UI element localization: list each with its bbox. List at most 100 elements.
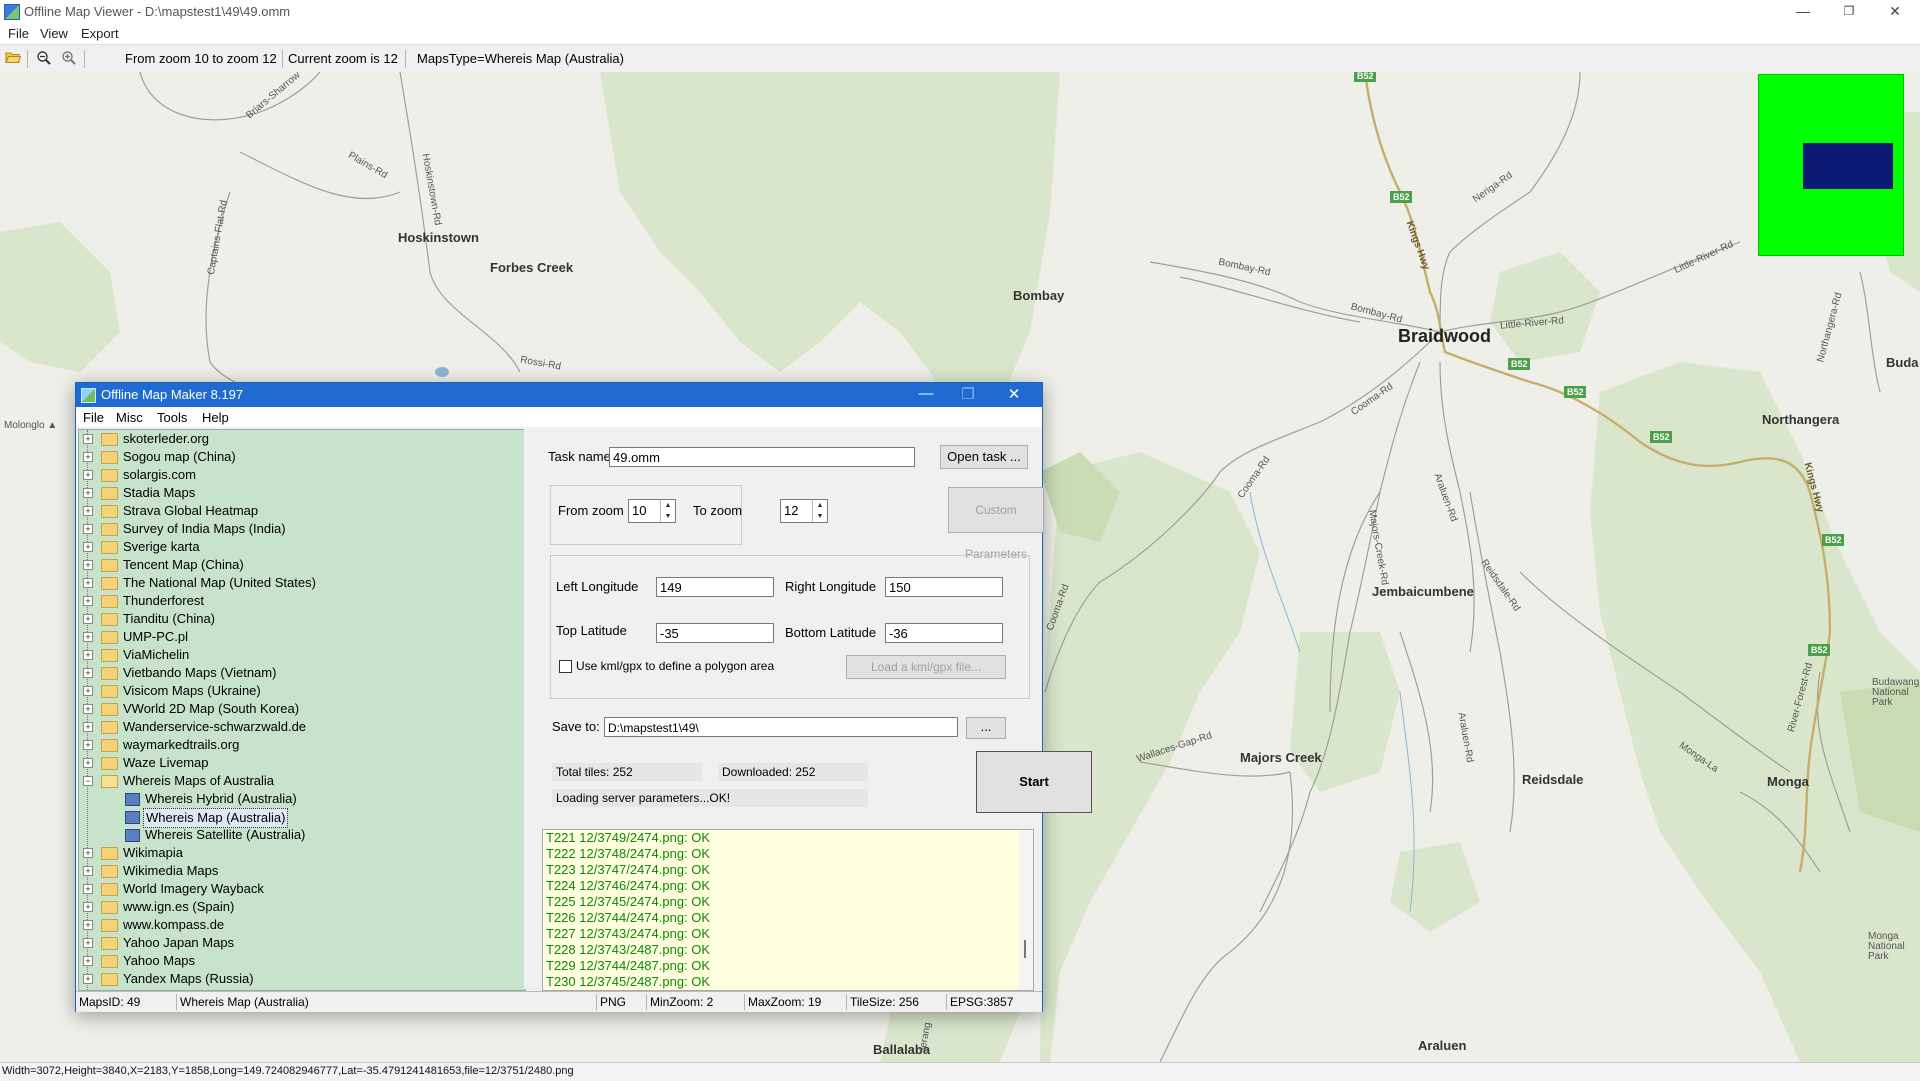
tree-folder-item[interactable]: + Yandex Maps (Russia)	[79, 970, 525, 988]
tree-folder-item[interactable]: − Whereis Maps of Australia	[79, 772, 525, 790]
collapse-icon[interactable]: −	[83, 776, 93, 786]
dialog-menu-tools[interactable]: Tools	[157, 410, 187, 425]
dialog-menu-misc[interactable]: Misc	[116, 410, 143, 425]
spin-up-icon[interactable]: ▲	[665, 502, 672, 509]
tree-folder-item[interactable]: + Tencent Map (China)	[79, 556, 525, 574]
expand-icon[interactable]: +	[83, 956, 93, 966]
expand-icon[interactable]: +	[83, 506, 93, 516]
expand-icon[interactable]: +	[83, 704, 93, 714]
expand-icon[interactable]: +	[83, 632, 93, 642]
spin-down-icon[interactable]: ▼	[665, 513, 672, 520]
tree-child-item[interactable]: Whereis Map (Australia)	[79, 808, 525, 828]
expand-icon[interactable]: +	[83, 560, 93, 570]
tree-folder-item[interactable]: + Yahoo Japan Maps	[79, 934, 525, 952]
tree-child-item[interactable]: Whereis Hybrid (Australia)	[79, 790, 525, 808]
spinner-arrows[interactable]: ▲ ▼	[812, 500, 827, 522]
expand-icon[interactable]: +	[83, 902, 93, 912]
close-button[interactable]: ✕	[1872, 0, 1918, 24]
menu-file[interactable]: File	[8, 26, 29, 41]
expand-icon[interactable]: +	[83, 938, 93, 948]
dialog-menu-help[interactable]: Help	[202, 410, 229, 425]
expand-icon[interactable]: +	[83, 974, 93, 984]
expand-icon[interactable]: +	[83, 884, 93, 894]
expand-icon[interactable]: +	[83, 596, 93, 606]
tree-folder-item[interactable]: + waymarkedtrails.org	[79, 736, 525, 754]
minimap-viewport[interactable]	[1803, 143, 1893, 189]
zoom-out-icon[interactable]	[35, 50, 53, 68]
bottom-latitude-input[interactable]: -36	[885, 623, 1003, 643]
tree-folder-item[interactable]: + Thunderforest	[79, 592, 525, 610]
tree-folder-item[interactable]: + Yahoo Maps	[79, 952, 525, 970]
tree-folder-item[interactable]: + Waze Livemap	[79, 754, 525, 772]
menu-export[interactable]: Export	[81, 26, 119, 41]
overview-minimap[interactable]	[1758, 74, 1904, 256]
expand-icon[interactable]: +	[83, 650, 93, 660]
tree-folder-item[interactable]: + www.kompass.de	[79, 916, 525, 934]
maximize-button[interactable]: ❐	[1826, 0, 1872, 24]
expand-icon[interactable]: +	[83, 866, 93, 876]
tree-folder-item[interactable]: + Vietbando Maps (Vietnam)	[79, 664, 525, 682]
tree-folder-item[interactable]: + skoterleder.org	[79, 430, 525, 448]
expand-icon[interactable]: +	[83, 452, 93, 462]
tree-folder-item[interactable]: + Sverige karta	[79, 538, 525, 556]
task-name-input[interactable]: 49.omm	[609, 447, 915, 467]
expand-icon[interactable]: +	[83, 920, 93, 930]
folder-open-icon[interactable]	[4, 50, 22, 68]
tree-folder-item[interactable]: + Wikimedia Maps	[79, 862, 525, 880]
tree-folder-item[interactable]: + Wanderservice-schwarzwald.de	[79, 718, 525, 736]
tree-child-item[interactable]: Whereis Satellite (Australia)	[79, 826, 525, 844]
tree-folder-item[interactable]: + The National Map (United States)	[79, 574, 525, 592]
spin-down-icon[interactable]: ▼	[817, 513, 824, 520]
expand-icon[interactable]: +	[83, 686, 93, 696]
tree-scrollbar[interactable]	[524, 429, 538, 989]
browse-button[interactable]: ...	[966, 717, 1006, 739]
expand-icon[interactable]: +	[83, 668, 93, 678]
expand-icon[interactable]: +	[83, 578, 93, 588]
expand-icon[interactable]: +	[83, 614, 93, 624]
tree-folder-item[interactable]: + Sogou map (China)	[79, 448, 525, 466]
tree-item-label: Tianditu (China)	[123, 611, 216, 626]
left-longitude-input[interactable]: 149	[656, 577, 774, 597]
expand-icon[interactable]: +	[83, 488, 93, 498]
expand-icon[interactable]: +	[83, 542, 93, 552]
expand-icon[interactable]: +	[83, 848, 93, 858]
tree-folder-item[interactable]: + UMP-PC.pl	[79, 628, 525, 646]
expand-icon[interactable]: +	[83, 470, 93, 480]
tree-folder-item[interactable]: + Stadia Maps	[79, 484, 525, 502]
use-kml-checkbox[interactable]	[559, 660, 572, 673]
expand-icon[interactable]: +	[83, 434, 93, 444]
log-scrollbar[interactable]	[1019, 830, 1033, 990]
tree-folder-item[interactable]: + Strava Global Heatmap	[79, 502, 525, 520]
dialog-close-button[interactable]: ✕	[994, 385, 1034, 403]
spin-up-icon[interactable]: ▲	[817, 502, 824, 509]
tree-folder-item[interactable]: + World Imagery Wayback	[79, 880, 525, 898]
expand-icon[interactable]: +	[83, 740, 93, 750]
spinner-arrows[interactable]: ▲ ▼	[660, 500, 675, 522]
expand-icon[interactable]: +	[83, 722, 93, 732]
tree-folder-item[interactable]: + solargis.com	[79, 466, 525, 484]
log-scroll-thumb[interactable]	[1024, 940, 1026, 958]
expand-icon[interactable]: +	[83, 758, 93, 768]
download-log[interactable]: T221 12/3749/2474.png: OK T222 12/3748/24…	[542, 829, 1034, 991]
tree-folder-item[interactable]: + ViaMichelin	[79, 646, 525, 664]
save-to-input[interactable]: D:\mapstest1\49\	[604, 717, 958, 737]
start-button[interactable]: Start	[976, 751, 1092, 813]
expand-icon[interactable]: +	[83, 524, 93, 534]
tree-folder-item[interactable]: + Tianditu (China)	[79, 610, 525, 628]
minimize-button[interactable]: —	[1780, 0, 1826, 24]
open-task-button[interactable]: Open task ...	[940, 445, 1028, 469]
tree-folder-item[interactable]: + VWorld 2D Map (South Korea)	[79, 700, 525, 718]
from-zoom-spinner[interactable]: 10 ▲ ▼	[628, 499, 676, 523]
dialog-minimize-button[interactable]: —	[906, 385, 946, 402]
right-longitude-input[interactable]: 150	[885, 577, 1003, 597]
map-source-tree[interactable]: + skoterleder.org + Sogou map (China) + solar…	[78, 429, 526, 991]
tree-folder-item[interactable]: + www.ign.es (Spain)	[79, 898, 525, 916]
tree-folder-item[interactable]: + Visicom Maps (Ukraine)	[79, 682, 525, 700]
top-latitude-input[interactable]: -35	[656, 623, 774, 643]
to-zoom-spinner[interactable]: 12 ▲ ▼	[780, 499, 828, 523]
menu-view[interactable]: View	[40, 26, 68, 41]
tree-folder-item[interactable]: + Survey of India Maps (India)	[79, 520, 525, 538]
zoom-in-icon[interactable]	[60, 50, 78, 68]
tree-folder-item[interactable]: + Wikimapia	[79, 844, 525, 862]
dialog-menu-file[interactable]: File	[83, 410, 104, 425]
